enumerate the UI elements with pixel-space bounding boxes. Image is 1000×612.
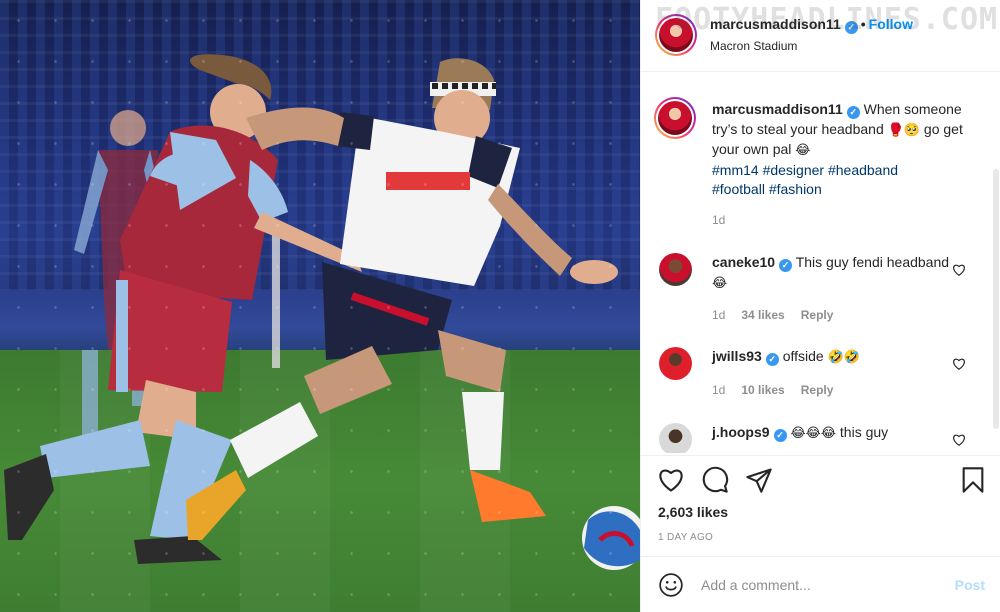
comment-body: caneke10 ✓ This guy fendi headband 😂	[712, 253, 952, 293]
comment-likes[interactable]: 10 likes	[741, 383, 784, 397]
comment-time[interactable]: 1d	[712, 383, 725, 397]
caption-emoji: 🥊🥺	[887, 122, 921, 138]
post-timestamp[interactable]: 1 DAY AGO	[658, 532, 713, 543]
heart-icon[interactable]	[952, 433, 966, 447]
verified-icon: ✓	[779, 259, 793, 272]
comment-likes[interactable]: 34 likes	[741, 308, 784, 322]
post-button[interactable]: Post	[955, 577, 985, 593]
post-header: marcusmaddison11 ✓ • Follow Macron Stadium	[641, 0, 1000, 72]
comment-avatar[interactable]	[659, 423, 692, 453]
comment-avatar[interactable]	[659, 347, 692, 380]
post-image[interactable]	[0, 0, 640, 612]
rain-overlay	[0, 0, 640, 612]
comment-text: offside	[782, 348, 824, 364]
profile-avatar[interactable]	[655, 14, 697, 56]
post-actions: 2,603 likes 1 DAY AGO	[641, 455, 1000, 555]
comment-username[interactable]: jwills93	[712, 348, 762, 364]
comment-body: jwills93 ✓ offside 🤣🤣	[712, 347, 952, 368]
verified-icon: ✓	[846, 106, 860, 119]
caption-username[interactable]: marcusmaddison11	[712, 101, 843, 117]
header-username[interactable]: marcusmaddison11	[710, 16, 841, 32]
hashtag-link[interactable]: #designer	[763, 162, 825, 178]
hashtag-link[interactable]: #football	[712, 181, 765, 197]
reply-button[interactable]: Reply	[801, 383, 834, 397]
comment-text: this guy	[839, 424, 889, 440]
smile-icon[interactable]	[658, 572, 684, 598]
comment-text: This guy fendi headband	[795, 254, 950, 270]
verified-icon: ✓	[844, 21, 858, 34]
comment-emoji: 😂😂😂	[790, 426, 837, 441]
caption: marcusmaddison11 ✓ When someone try’s to …	[712, 100, 972, 200]
comment-meta: 1d 10 likes Reply	[712, 383, 849, 397]
verified-icon: ✓	[765, 353, 779, 366]
comment-icon[interactable]	[701, 466, 729, 494]
hashtag-link[interactable]: #headband	[828, 162, 898, 178]
comment-avatar[interactable]	[659, 253, 692, 286]
follow-button[interactable]: Follow	[869, 16, 913, 32]
comments-panel[interactable]: marcusmaddison11 ✓ When someone try’s to …	[641, 73, 1000, 453]
comment-meta: 1d 34 likes Reply	[712, 308, 849, 322]
separator-dot: •	[860, 16, 866, 32]
likes-count[interactable]: 2,603 likes	[658, 504, 728, 520]
add-comment-bar: Post	[641, 556, 1000, 612]
comment-body: j.hoops9 ✓ 😂😂😂 this guy	[712, 423, 952, 444]
reply-button[interactable]: Reply	[801, 308, 834, 322]
heart-icon[interactable]	[952, 263, 966, 277]
scrollbar-thumb[interactable]	[993, 169, 999, 429]
comment-input[interactable]	[701, 573, 941, 597]
save-icon[interactable]	[959, 466, 987, 494]
caption-avatar[interactable]	[654, 97, 696, 139]
comment-emoji: 😂	[712, 275, 728, 291]
caption-emoji-2: 😂	[795, 143, 811, 158]
heart-icon[interactable]	[952, 357, 966, 371]
verified-icon: ✓	[773, 429, 787, 442]
post-sidebar: marcusmaddison11 ✓ • Follow Macron Stadium …	[640, 0, 1000, 612]
hashtag-link[interactable]: #mm14	[712, 162, 759, 178]
comment-emoji: 🤣🤣	[827, 350, 860, 365]
comment-time[interactable]: 1d	[712, 308, 725, 322]
heart-icon[interactable]	[657, 466, 685, 494]
location-link[interactable]: Macron Stadium	[710, 39, 797, 53]
caption-timestamp[interactable]: 1d	[712, 213, 725, 227]
share-icon[interactable]	[745, 466, 773, 494]
header-username-row: marcusmaddison11 ✓ • Follow	[710, 16, 913, 34]
comment-username[interactable]: j.hoops9	[712, 424, 770, 440]
comment-username[interactable]: caneke10	[712, 254, 775, 270]
hashtag-link[interactable]: #fashion	[769, 181, 822, 197]
